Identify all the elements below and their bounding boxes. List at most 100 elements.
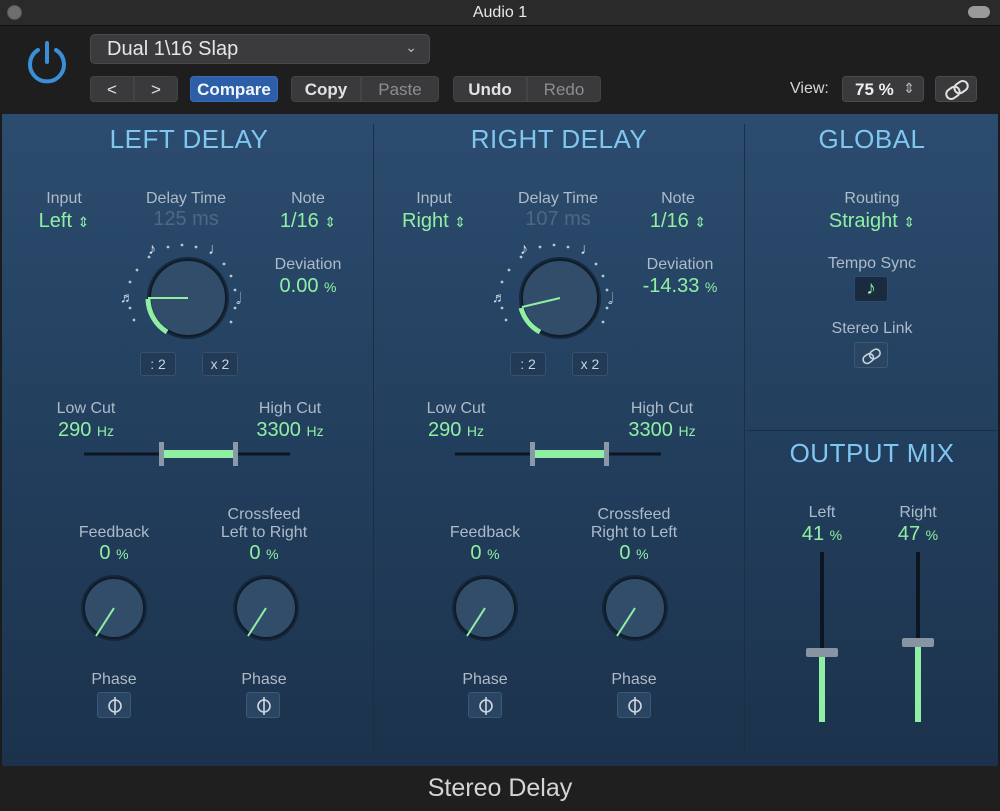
right-low-cut-number: 290 — [427, 419, 462, 441]
right-crossfeed-value[interactable]: 0 % — [584, 542, 684, 565]
left-feedback-value[interactable]: 0 % — [64, 542, 164, 565]
left-feedback-label: Feedback — [78, 524, 150, 541]
left-deviation-value[interactable]: 0.00 % — [258, 275, 358, 298]
left-crossfeed-value[interactable]: 0 % — [214, 542, 314, 565]
right-crossfeed-phase-button[interactable] — [617, 692, 651, 718]
left-crossfeed-phase-button[interactable] — [246, 692, 280, 718]
output-left-fader[interactable] — [804, 552, 840, 722]
paste-button[interactable]: Paste — [361, 76, 439, 102]
left-low-cut-label: Low Cut — [56, 400, 116, 417]
undo-button[interactable]: Undo — [453, 76, 527, 102]
right-crossfeed-sublabel: Right to Left — [590, 524, 678, 541]
left-high-cut-handle[interactable] — [233, 442, 238, 466]
right-low-cut-value[interactable]: 290 Hz — [406, 419, 506, 442]
right-feedback-knob[interactable] — [450, 573, 520, 643]
compare-button[interactable]: Compare — [190, 76, 278, 102]
left-high-cut-number: 3300 — [256, 419, 301, 441]
right-note-menu[interactable]: 1/16 ⇕ — [638, 210, 718, 233]
next-preset-button[interactable]: > — [134, 76, 178, 102]
left-feedback-phase-button[interactable] — [97, 692, 131, 718]
left-divide-time-button[interactable]: : 2 — [140, 352, 176, 376]
left-delay-time-label: Delay Time — [145, 190, 227, 207]
right-feedback-unit: % — [487, 546, 500, 562]
right-deviation-number: -14.33 — [642, 275, 700, 297]
right-high-cut-handle[interactable] — [604, 442, 609, 466]
left-deviation-number: 0.00 — [279, 275, 319, 297]
left-high-cut-value[interactable]: 3300 Hz — [240, 419, 340, 442]
stepper-icon: ⇕ — [903, 214, 916, 230]
left-crossfeed-unit: % — [266, 546, 279, 562]
redo-button[interactable]: Redo — [527, 76, 601, 102]
plugin-footer: Stereo Delay — [0, 766, 1000, 811]
right-feedback-phase-button[interactable] — [468, 692, 502, 718]
global-title: GLOBAL — [818, 124, 926, 154]
preset-name: Dual 1\16 Slap — [107, 38, 239, 60]
right-multiply-time-button[interactable]: x 2 — [572, 352, 608, 376]
right-divide-time-button[interactable]: : 2 — [510, 352, 546, 376]
right-deviation-label: Deviation — [646, 256, 714, 273]
output-left-fader-handle[interactable] — [806, 648, 838, 657]
power-icon[interactable] — [22, 38, 72, 88]
previous-preset-button[interactable]: < — [90, 76, 134, 102]
left-low-cut-handle[interactable] — [159, 442, 164, 466]
preset-menu[interactable]: Dual 1\16 Slap ⌄ — [90, 34, 430, 64]
right-input-menu[interactable]: Right ⇕ — [387, 210, 481, 233]
chevron-down-icon: ⌄ — [405, 39, 417, 55]
left-multiply-time-button[interactable]: x 2 — [202, 352, 238, 376]
phase-icon — [257, 697, 271, 715]
left-input-label: Input — [46, 190, 82, 207]
note-icon: 𝅗𝅥 — [236, 291, 241, 308]
output-right-label: Right — [899, 504, 937, 521]
output-right-value[interactable]: 47 % — [878, 523, 958, 546]
right-deviation-value[interactable]: -14.33 % — [626, 275, 734, 298]
output-right-unit: % — [925, 527, 939, 543]
left-feedback-unit: % — [116, 546, 129, 562]
routing-menu[interactable]: Straight ⇕ — [792, 210, 952, 233]
view-zoom-select[interactable]: 75 % ⇕ — [842, 76, 924, 102]
right-low-cut-handle[interactable] — [530, 442, 535, 466]
left-crossfeed-phase-label: Phase — [241, 671, 287, 688]
left-deviation-label: Deviation — [274, 256, 342, 273]
right-feedback-value[interactable]: 0 % — [435, 542, 535, 565]
output-right-fader-handle[interactable] — [902, 638, 934, 647]
stereo-link-label: Stereo Link — [831, 320, 913, 337]
output-left-number: 41 — [801, 523, 825, 545]
routing-value: Straight — [828, 210, 898, 232]
right-high-cut-number: 3300 — [628, 419, 673, 441]
left-low-cut-value[interactable]: 290 Hz — [36, 419, 136, 442]
right-feedback-number: 0 — [470, 542, 482, 564]
link-icon — [862, 348, 881, 365]
right-crossfeed-knob[interactable] — [600, 573, 670, 643]
left-input-menu[interactable]: Left ⇕ — [24, 210, 104, 233]
left-crossfeed-knob[interactable] — [231, 573, 301, 643]
left-high-cut-unit: Hz — [306, 423, 324, 439]
copy-button[interactable]: Copy — [291, 76, 361, 102]
left-delay-time-value: 125 ms — [153, 208, 219, 230]
left-note-menu[interactable]: 1/16 ⇕ — [268, 210, 348, 233]
left-delay-time-knob[interactable]: ♪ ♩ ♬ 𝅗𝅥 — [112, 236, 252, 346]
right-delay-time-knob[interactable]: ♪ ♩ ♬ 𝅗𝅥 — [484, 236, 624, 346]
left-cut-range-slider[interactable] — [84, 440, 290, 468]
right-cut-range-slider[interactable] — [455, 440, 661, 468]
left-feedback-number: 0 — [99, 542, 111, 564]
right-delay-time-value: 107 ms — [525, 208, 591, 230]
left-feedback-phase-label: Phase — [91, 671, 137, 688]
right-input-label: Input — [416, 190, 452, 207]
stereo-link-button[interactable] — [854, 342, 888, 368]
link-button[interactable] — [935, 76, 977, 102]
phase-icon — [479, 697, 493, 715]
plugin-header: Dual 1\16 Slap ⌄ < > Compare Copy Paste … — [0, 26, 1000, 114]
right-cut-range-fill — [533, 450, 607, 458]
right-high-cut-value[interactable]: 3300 Hz — [612, 419, 712, 442]
left-feedback-knob[interactable] — [79, 573, 149, 643]
output-right-fader[interactable] — [900, 552, 936, 722]
view-zoom-value: 75 % — [855, 80, 894, 99]
left-crossfeed-label: Crossfeed — [227, 506, 301, 523]
output-left-label: Left — [808, 504, 836, 521]
window-resize-button[interactable] — [968, 6, 990, 18]
tempo-sync-label: Tempo Sync — [827, 255, 917, 272]
output-left-value[interactable]: 41 % — [782, 523, 862, 546]
phase-icon — [628, 697, 642, 715]
tempo-sync-button[interactable]: ♪ — [854, 276, 888, 302]
left-deviation-unit: % — [324, 279, 337, 295]
